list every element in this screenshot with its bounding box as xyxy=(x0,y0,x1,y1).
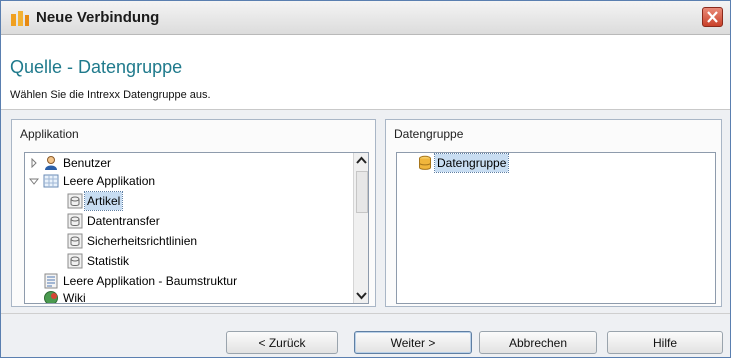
tree-item-label: Benutzer xyxy=(63,156,112,170)
back-button[interactable]: < Zurück xyxy=(226,331,338,354)
user-icon xyxy=(45,156,57,170)
datagroup-panel-label: Datengruppe xyxy=(394,127,464,141)
dialog-window: Neue Verbindung Quelle - Datengruppe Wäh… xyxy=(0,0,731,358)
application-panel: Applikation Benutzer Leere Applikation A… xyxy=(11,119,376,307)
tree-item-label: Artikel xyxy=(83,191,124,211)
database-icon xyxy=(419,155,431,170)
scroll-up-icon[interactable] xyxy=(354,153,369,169)
wizard-header: Quelle - Datengruppe Wählen Sie die Intr… xyxy=(1,35,730,110)
datagroup-icon xyxy=(67,253,83,269)
title-bar[interactable]: Neue Verbindung xyxy=(1,1,730,35)
close-icon xyxy=(707,11,718,23)
datagroup-icon xyxy=(67,213,83,229)
tree-item-label: Leere Applikation - Baumstruktur xyxy=(63,274,238,288)
tree-item-sicherheitsrichtlinien[interactable]: Sicherheitsrichtlinien xyxy=(27,232,347,250)
tree-item-benutzer[interactable]: Benutzer xyxy=(27,154,347,172)
tree-item-datentransfer[interactable]: Datentransfer xyxy=(27,212,347,230)
page-title: Quelle - Datengruppe xyxy=(10,57,183,77)
vertical-scrollbar[interactable] xyxy=(353,153,369,303)
datagroup-icon xyxy=(67,193,83,209)
tree-item-leere-applikation[interactable]: Leere Applikation xyxy=(27,172,347,190)
tree-item-statistik[interactable]: Statistik xyxy=(27,252,347,270)
datagroup-panel: Datengruppe Datengruppe xyxy=(385,119,722,307)
scroll-down-icon[interactable] xyxy=(354,287,369,303)
tree-item-datengruppe[interactable]: Datengruppe xyxy=(399,153,709,173)
datagroup-tree[interactable]: Datengruppe xyxy=(396,152,716,304)
application-tree[interactable]: Benutzer Leere Applikation Artikel Daten… xyxy=(24,152,369,304)
tree-item-artikel[interactable]: Artikel xyxy=(27,191,347,211)
table-icon xyxy=(43,174,59,188)
tree-app-icon xyxy=(44,273,58,289)
tree-item-label: Datengruppe xyxy=(433,153,510,173)
tree-item-label: Sicherheitsrichtlinien xyxy=(87,234,198,248)
app-logo-icon xyxy=(11,11,29,26)
tree-item-label: Statistik xyxy=(87,254,130,268)
expand-arrow-icon[interactable] xyxy=(29,158,39,168)
scrollbar-thumb[interactable] xyxy=(356,171,368,213)
cancel-button[interactable]: Abbrechen xyxy=(479,331,597,354)
help-button[interactable]: Hilfe xyxy=(607,331,723,354)
page-description: Wählen Sie die Intrexx Datengruppe aus. xyxy=(10,89,211,101)
tree-item-wiki[interactable]: Wiki xyxy=(27,289,347,304)
globe-icon xyxy=(44,291,58,303)
tree-item-label: Leere Applikation xyxy=(63,174,156,188)
close-button[interactable] xyxy=(702,7,723,27)
next-button[interactable]: Weiter > xyxy=(354,331,472,354)
datagroup-icon xyxy=(67,233,83,249)
window-title: Neue Verbindung xyxy=(36,9,160,26)
tree-item-label: Datentransfer xyxy=(87,214,160,228)
collapse-arrow-icon[interactable] xyxy=(29,176,39,186)
tree-item-leere-applikation-baumstruktur[interactable]: Leere Applikation - Baumstruktur xyxy=(27,272,347,290)
tree-item-label: Wiki xyxy=(63,291,86,304)
application-panel-label: Applikation xyxy=(20,127,79,141)
button-bar: < Zurück Weiter > Abbrechen Hilfe xyxy=(1,313,730,357)
